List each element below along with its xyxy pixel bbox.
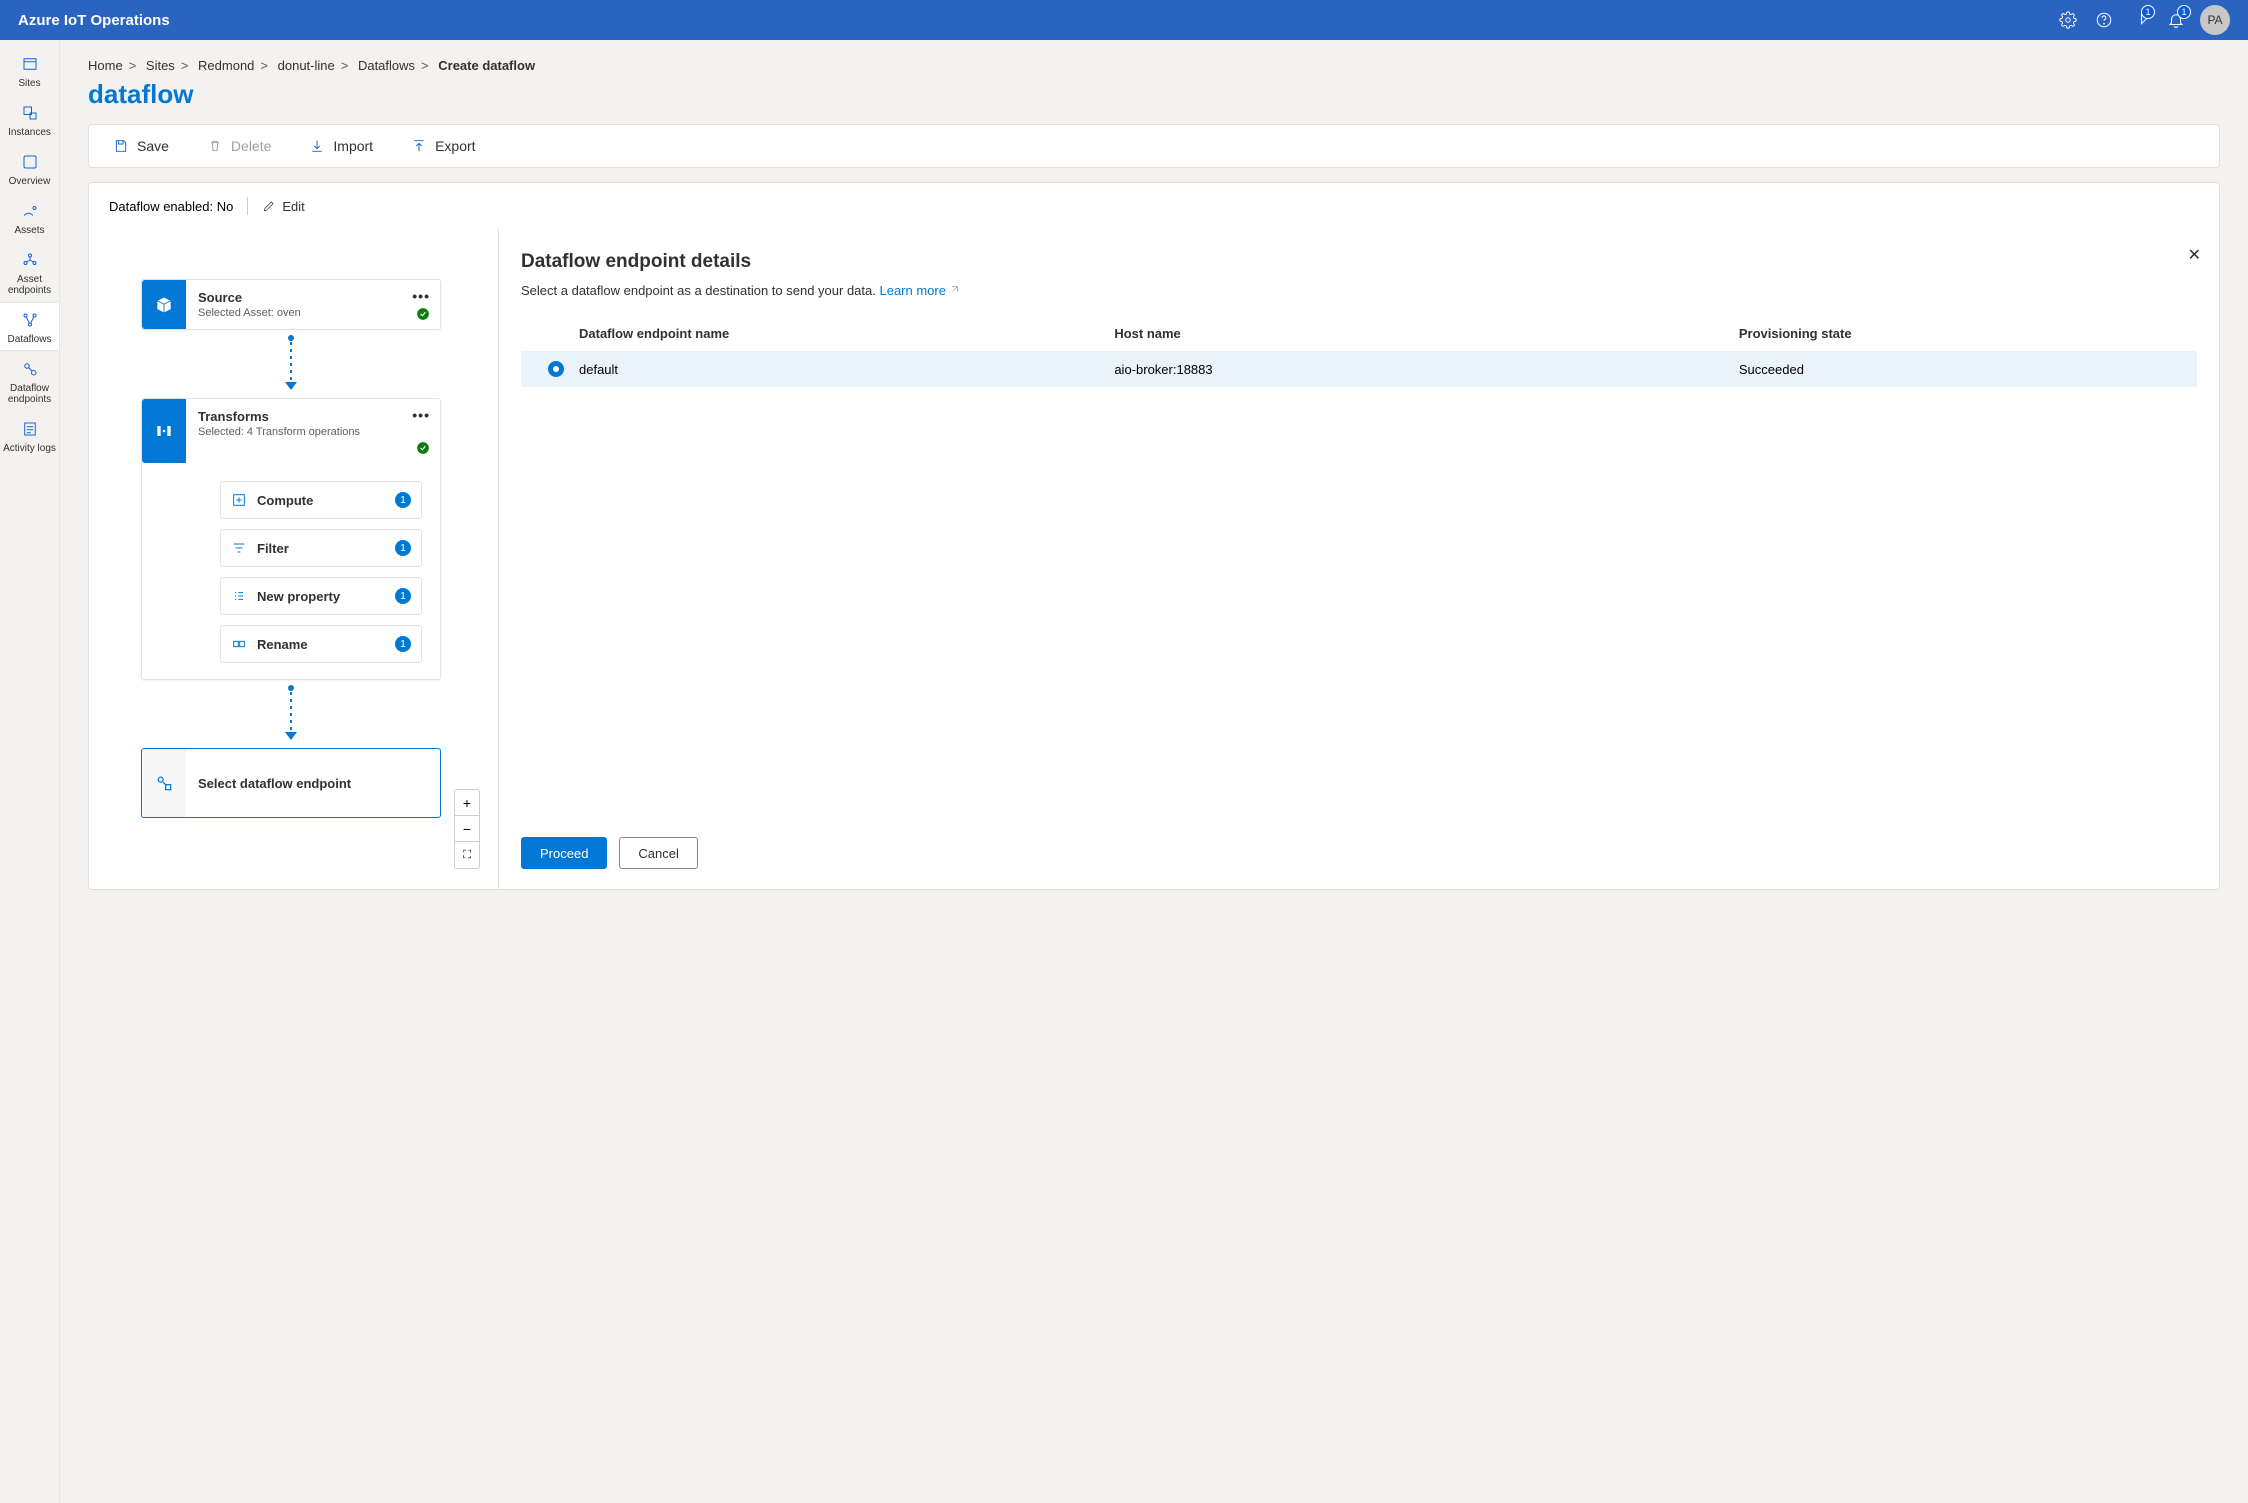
crumb-instance[interactable]: donut-line [278,58,335,73]
import-button[interactable]: Import [309,138,373,154]
source-subtitle: Selected Asset: oven [198,307,428,319]
crumb-home[interactable]: Home [88,58,123,73]
status-strip: Dataflow enabled: No Edit [89,183,2219,229]
transforms-title: Transforms [198,409,428,424]
command-toolbar: Save Delete Import Export [88,124,2220,168]
export-button[interactable]: Export [411,138,475,154]
col-name: Dataflow endpoint name [579,326,1114,341]
delete-button: Delete [207,138,271,154]
rename-icon [231,636,247,652]
transforms-menu-icon[interactable]: ••• [412,407,430,423]
op-rename[interactable]: Rename1 [220,625,422,663]
cell-state: Succeeded [1739,362,2185,377]
count-badge: 1 [395,636,411,652]
radio-selected[interactable] [548,361,564,377]
check-icon [416,307,430,321]
editor-card: Dataflow enabled: No Edit Source Selecte… [88,182,2220,890]
dataflows-icon [20,310,40,330]
product-title: Azure IoT Operations [18,12,170,29]
col-host: Host name [1114,326,1739,341]
endpoint-icon [142,749,186,817]
endpoint-node[interactable]: Select dataflow endpoint [141,748,441,818]
overview-icon [20,152,40,172]
nav-asset-endpoints[interactable]: Asset endpoints [0,242,59,302]
cell-host: aio-broker:18883 [1114,362,1739,377]
source-node[interactable]: Source Selected Asset: oven ••• [141,279,441,330]
zoom-controls: + − ⛶ [454,789,480,869]
count-badge: 1 [395,540,411,556]
main-content: Home> Sites> Redmond> donut-line> Datafl… [60,40,2248,1503]
help-icon[interactable] [2086,2,2122,38]
activity-logs-icon [20,419,40,439]
enabled-label: Dataflow enabled: No [109,199,233,214]
nav-activity-logs[interactable]: Activity logs [0,411,59,460]
table-header: Dataflow endpoint name Host name Provisi… [521,316,2197,351]
assets-icon [20,201,40,221]
nav-sites[interactable]: Sites [0,46,59,95]
count-badge: 1 [395,492,411,508]
notifications-icon[interactable]: 1 [2158,2,2194,38]
dataflow-endpoints-icon [20,359,40,379]
feedback-icon[interactable]: 1 [2122,2,2158,38]
op-compute[interactable]: Compute1 [220,481,422,519]
proceed-button[interactable]: Proceed [521,837,607,869]
cube-icon [142,280,186,329]
panel-title: Dataflow endpoint details [521,251,2197,273]
nav-dataflow-endpoints[interactable]: Dataflow endpoints [0,351,59,411]
edit-button[interactable]: Edit [262,199,304,214]
left-nav: Sites Instances Overview Assets Asset en… [0,40,60,1503]
learn-more-link[interactable]: Learn more [879,283,959,298]
endpoint-title: Select dataflow endpoint [186,776,351,791]
avatar[interactable]: PA [2200,5,2230,35]
breadcrumb: Home> Sites> Redmond> donut-line> Datafl… [88,58,2220,73]
endpoint-table: Dataflow endpoint name Host name Provisi… [521,316,2197,387]
transform-icon [142,399,186,463]
table-row[interactable]: default aio-broker:18883 Succeeded [521,351,2197,387]
dataflow-canvas[interactable]: Source Selected Asset: oven ••• Transfo [89,229,499,889]
notifications-badge: 1 [2177,5,2191,19]
zoom-in-button[interactable]: + [455,790,479,816]
nav-instances[interactable]: Instances [0,95,59,144]
asset-endpoints-icon [20,250,40,270]
transforms-subtitle: Selected: 4 Transform operations [198,426,428,438]
filter-icon [231,540,247,556]
source-title: Source [198,290,428,305]
crumb-sites[interactable]: Sites [146,58,175,73]
op-filter[interactable]: Filter1 [220,529,422,567]
nav-assets[interactable]: Assets [0,193,59,242]
check-icon [416,441,430,455]
page-title: dataflow [88,79,2220,110]
list-icon [231,588,247,604]
crumb-site[interactable]: Redmond [198,58,254,73]
nav-overview[interactable]: Overview [0,144,59,193]
cell-name: default [579,362,1114,377]
crumb-current: Create dataflow [438,58,535,73]
panel-description: Select a dataflow endpoint as a destinat… [521,283,2197,298]
count-badge: 1 [395,588,411,604]
cancel-button[interactable]: Cancel [619,837,697,869]
crumb-dataflows[interactable]: Dataflows [358,58,415,73]
zoom-fit-button[interactable]: ⛶ [455,842,479,868]
compute-icon [231,492,247,508]
details-panel: ✕ Dataflow endpoint details Select a dat… [499,229,2219,889]
source-menu-icon[interactable]: ••• [412,288,430,304]
sites-icon [20,54,40,74]
nav-dataflows[interactable]: Dataflows [0,302,59,351]
feedback-badge: 1 [2141,5,2155,19]
instances-icon [20,103,40,123]
transforms-node[interactable]: Transforms Selected: 4 Transform operati… [141,398,441,680]
top-bar: Azure IoT Operations 1 1 PA [0,0,2248,40]
op-new-property[interactable]: New property1 [220,577,422,615]
close-icon[interactable]: ✕ [2188,245,2201,265]
col-state: Provisioning state [1739,326,2185,341]
save-button[interactable]: Save [113,138,169,154]
settings-icon[interactable] [2050,2,2086,38]
zoom-out-button[interactable]: − [455,816,479,842]
